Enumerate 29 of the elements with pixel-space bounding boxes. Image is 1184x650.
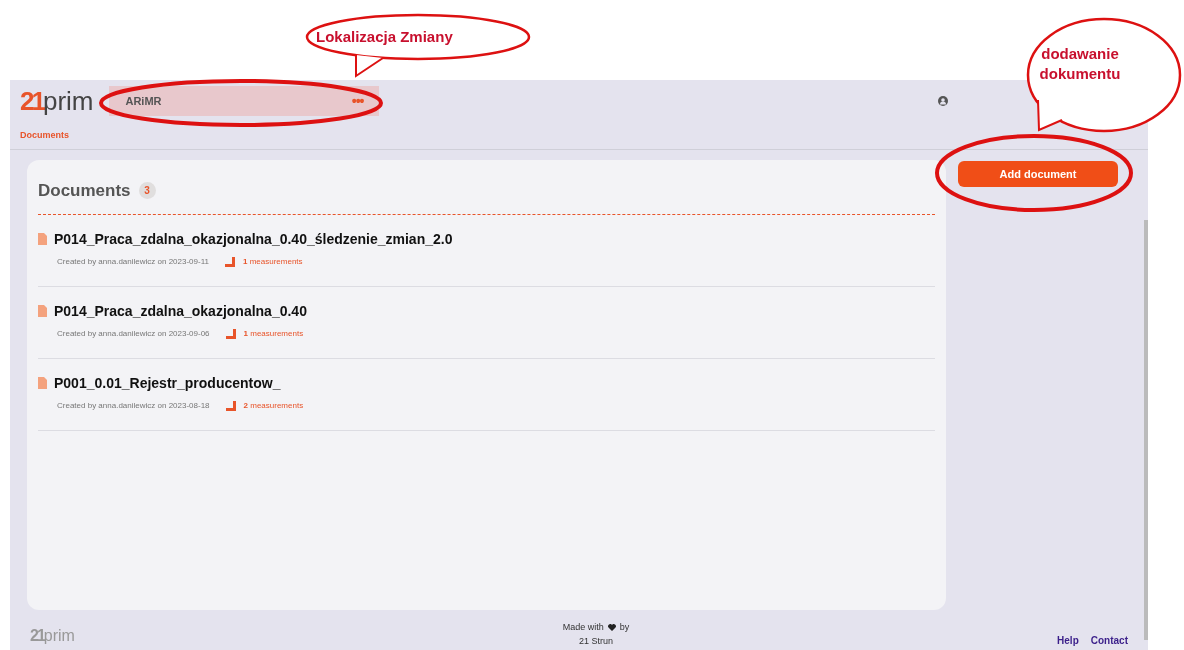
ruler-icon xyxy=(225,400,236,411)
panel-title: Documents xyxy=(38,180,131,202)
document-row[interactable]: P001_0.01_Rejestr_producentow_ Created by anna.danilewicz on 2023-08-18 2 measurements xyxy=(38,358,935,431)
logo: 21prim xyxy=(20,88,94,114)
ruler-icon xyxy=(224,256,235,267)
annotation-text: dodawanie dokumentu xyxy=(1038,44,1122,84)
document-row[interactable]: P014_Praca_zdalna_okazjonalna_0.40_śledzenie_zmian_2.0 Created by anna.danilewicz on 2023-09-11 1 measurements xyxy=(38,214,935,287)
annotation-text: Lokalizacja Zmiany xyxy=(316,27,453,47)
heart-icon xyxy=(607,624,616,632)
document-name[interactable]: P014_Praca_zdalna_okazjonalna_0.40 xyxy=(54,300,307,322)
location-selector[interactable]: ARiMR ••• xyxy=(109,86,380,116)
footer-link[interactable]: Help xyxy=(1057,633,1079,648)
user-icon[interactable] xyxy=(938,96,948,106)
document-icon xyxy=(38,305,47,317)
document-row[interactable]: P014_Praca_zdalna_okazjonalna_0.40 Created by anna.danilewicz on 2023-09-06 1 measurements xyxy=(38,286,935,359)
created-info: Created by anna.danilewicz on 2023-08-18 xyxy=(57,399,210,412)
footer-logo: 21prim xyxy=(30,626,75,646)
document-icon xyxy=(38,233,47,245)
company-name: 21 Strun xyxy=(578,634,613,648)
footer-link[interactable]: Contact xyxy=(1090,633,1128,648)
ruler-icon xyxy=(225,328,236,339)
created-info: Created by anna.danilewicz on 2023-09-06 xyxy=(57,327,210,340)
created-info: Created by anna.danilewicz on 2023-09-11 xyxy=(57,255,209,268)
document-name[interactable]: P001_0.01_Rejestr_producentow_ xyxy=(54,372,281,394)
made-with-text: Made with by xyxy=(562,621,630,634)
document-name[interactable]: P014_Praca_zdalna_okazjonalna_0.40_śledzenie_zmian_2.0 xyxy=(54,228,453,250)
add-document-button[interactable]: Add document xyxy=(958,161,1118,188)
document-icon xyxy=(38,377,47,389)
count-badge: 3 xyxy=(138,182,156,200)
